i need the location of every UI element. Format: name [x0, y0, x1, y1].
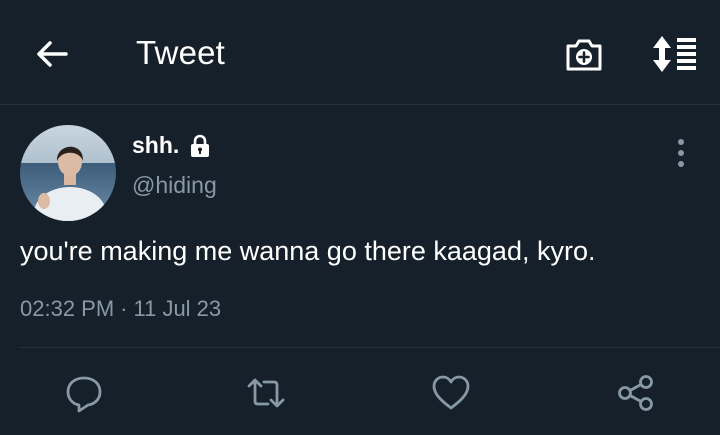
lock-icon: [187, 133, 213, 159]
retweet-icon: [247, 378, 285, 408]
avatar-photo: [20, 125, 116, 221]
share-icon: [618, 375, 653, 411]
back-button[interactable]: [28, 32, 76, 76]
display-name[interactable]: shh.: [132, 132, 179, 159]
reply-button[interactable]: [61, 370, 107, 416]
avatar[interactable]: [20, 125, 116, 221]
arrow-left-icon: [37, 41, 68, 67]
reply-icon: [66, 376, 102, 413]
user-handle[interactable]: @hiding: [132, 172, 217, 199]
retweet-button[interactable]: [243, 370, 289, 416]
like-button[interactable]: [428, 370, 474, 416]
author-name-row: shh.: [132, 132, 213, 159]
camera-button[interactable]: [561, 34, 607, 74]
tweet-time: 02:32 PM: [20, 296, 115, 321]
sort-button[interactable]: [648, 30, 702, 78]
tweet-timestamp: 02:32 PM · 11 Jul 23: [20, 296, 221, 322]
divider: [20, 347, 720, 348]
tweet-detail-screen: Tweet shh. @hiding you're making me wann…: [0, 0, 720, 435]
sort-list-icon: [653, 36, 696, 72]
heart-icon: [432, 375, 470, 410]
camera-plus-icon: [566, 39, 602, 71]
share-button[interactable]: [613, 370, 659, 416]
more-options-button[interactable]: [664, 134, 698, 172]
more-vertical-icon: [678, 139, 684, 167]
page-title: Tweet: [136, 34, 226, 71]
timestamp-separator: ·: [120, 296, 128, 321]
tweet-text: you're making me wanna go there kaagad, …: [20, 236, 596, 266]
top-app-bar: Tweet: [0, 0, 720, 105]
tweet-date: 11 Jul 23: [133, 296, 222, 321]
